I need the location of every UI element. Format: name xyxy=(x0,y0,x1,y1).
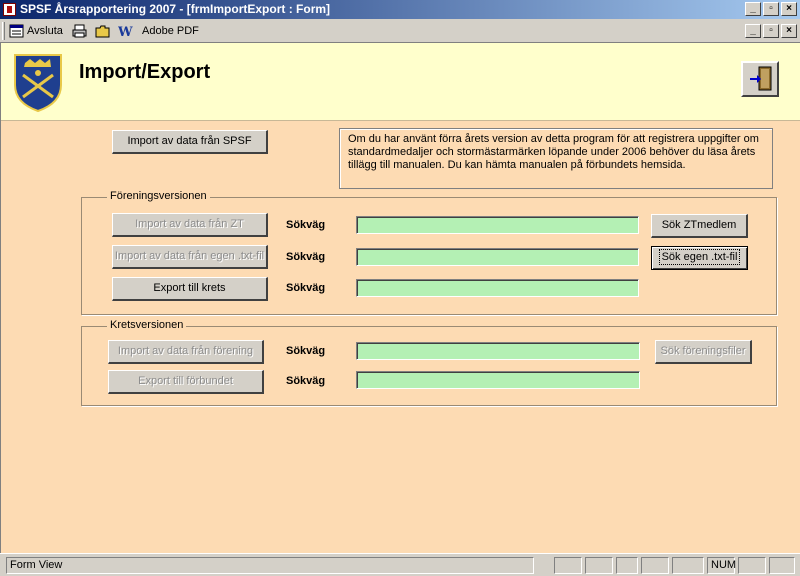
form-header: Import/Export xyxy=(1,43,800,121)
exit-button[interactable] xyxy=(741,61,779,97)
sok-txt-button[interactable]: Sök egen .txt-fil xyxy=(651,246,748,270)
page-title: Import/Export xyxy=(79,61,211,83)
adobe-pdf-menu[interactable]: Adobe PDF xyxy=(142,23,199,39)
toolbar-grip xyxy=(2,22,5,40)
import-forening-button[interactable]: Import av data från förening xyxy=(108,340,264,364)
print-button[interactable] xyxy=(72,23,87,39)
sok-foreningsfiler-button[interactable]: Sök föreningsfiler xyxy=(655,340,752,364)
avsluta-label: Avsluta xyxy=(27,25,63,37)
window-titlebar: SPSF Årsrapportering 2007 - [frmImportEx… xyxy=(0,0,800,19)
status-panel-5 xyxy=(672,557,704,574)
status-num: NUM xyxy=(707,557,736,574)
export-forbund-button[interactable]: Export till förbundet xyxy=(108,370,264,394)
forening-group-label: Föreningsversionen xyxy=(107,190,210,202)
word-button[interactable]: W xyxy=(117,23,133,40)
krets-group: Kretsversionen xyxy=(81,319,777,406)
status-panel-4 xyxy=(641,557,669,574)
path-txt-field[interactable] xyxy=(356,248,639,266)
form-area: Import/Export Import av data från SPSF O… xyxy=(0,43,800,553)
path-label-export: Sökväg xyxy=(286,282,326,294)
info-text: Om du har använt förra årets version av … xyxy=(339,128,773,189)
path-label-krets-import: Sökväg xyxy=(286,345,326,357)
crest-logo xyxy=(13,53,63,113)
path-zt-field[interactable] xyxy=(356,216,639,234)
avsluta-button[interactable]: Avsluta xyxy=(9,23,63,39)
doc-minimize-button[interactable]: _ xyxy=(745,24,761,38)
close-button[interactable]: × xyxy=(781,2,797,16)
sok-ztmedlem-button[interactable]: Sök ZTmedlem xyxy=(651,214,748,238)
minimize-button[interactable]: _ xyxy=(745,2,761,16)
printer-icon xyxy=(72,24,87,38)
exit-door-icon xyxy=(749,66,773,95)
open-button[interactable] xyxy=(95,23,110,39)
folder-icon xyxy=(95,24,110,38)
status-bar: Form View NUM xyxy=(0,553,800,576)
doc-close-button[interactable]: × xyxy=(781,24,797,38)
path-label-krets-export: Sökväg xyxy=(286,375,326,387)
doc-restore-button[interactable]: ▫ xyxy=(763,24,779,38)
status-panel-2 xyxy=(585,557,613,574)
krets-group-label: Kretsversionen xyxy=(107,319,187,331)
path-label-zt: Sökväg xyxy=(286,219,326,231)
path-label-txt: Sökväg xyxy=(286,251,326,263)
path-krets-export-field[interactable] xyxy=(356,371,640,389)
toolbar: Avsluta W Adobe PDF _ ▫ × xyxy=(0,19,800,43)
export-krets-button[interactable]: Export till krets xyxy=(112,277,268,301)
import-spsf-button[interactable]: Import av data från SPSF xyxy=(112,130,268,154)
import-zt-button[interactable]: Import av data från ZT xyxy=(112,213,268,237)
word-icon: W xyxy=(117,24,133,40)
status-panel-3 xyxy=(616,557,638,574)
restore-button[interactable]: ▫ xyxy=(763,2,779,16)
path-export-field[interactable] xyxy=(356,279,639,297)
status-view-mode: Form View xyxy=(6,557,534,574)
import-txt-button[interactable]: Import av data från egen .txt-fil xyxy=(112,245,268,269)
sok-txt-label: Sök egen .txt-fil xyxy=(658,249,741,265)
status-panel-7 xyxy=(769,557,795,574)
status-panel-6 xyxy=(738,557,766,574)
form-icon xyxy=(9,24,24,38)
status-panel-1 xyxy=(554,557,582,574)
path-krets-import-field[interactable] xyxy=(356,342,640,360)
svg-text:W: W xyxy=(118,25,133,38)
app-icon xyxy=(3,3,16,16)
window-title: SPSF Årsrapportering 2007 - [frmImportEx… xyxy=(20,2,331,16)
